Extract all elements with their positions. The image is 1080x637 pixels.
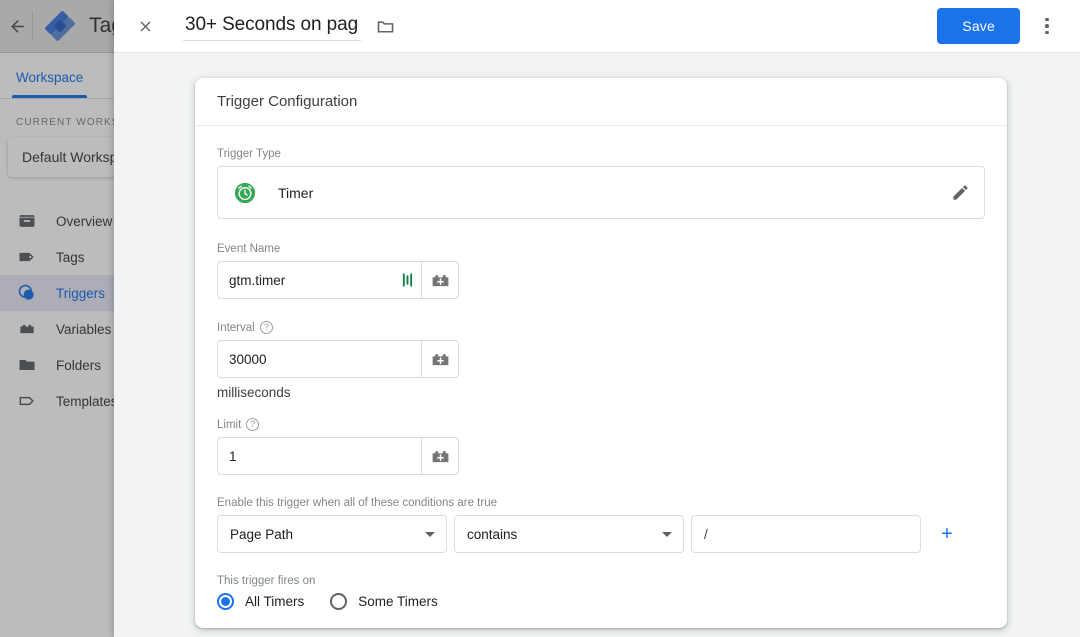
help-icon[interactable]: ? bbox=[260, 321, 273, 334]
condition-variable-value: Page Path bbox=[230, 527, 293, 542]
trigger-editor-overlay: Save Trigger Configuration Trigger Type bbox=[114, 0, 1080, 637]
trigger-type-name: Timer bbox=[278, 185, 313, 201]
interval-input[interactable] bbox=[218, 341, 421, 377]
event-name-label: Event Name bbox=[217, 243, 985, 255]
add-variable-icon[interactable] bbox=[421, 261, 459, 299]
fires-on-radio-group: All Timers Some Timers bbox=[217, 593, 985, 610]
condition-operator-select[interactable]: contains bbox=[454, 515, 684, 553]
event-name-input[interactable] bbox=[218, 262, 421, 298]
interval-label: Interval ? bbox=[217, 321, 985, 334]
interval-unit: milliseconds bbox=[217, 385, 985, 400]
fires-on-label-text: This trigger fires on bbox=[217, 575, 315, 587]
condition-operator-value: contains bbox=[467, 527, 517, 542]
condition-value-input[interactable] bbox=[691, 515, 921, 553]
overlay-scrim-top bbox=[0, 0, 114, 53]
save-button[interactable]: Save bbox=[937, 8, 1020, 44]
card-title: Trigger Configuration bbox=[195, 78, 1007, 126]
kebab-dot bbox=[1045, 18, 1049, 22]
event-name-row bbox=[217, 261, 985, 299]
event-name-label-text: Event Name bbox=[217, 243, 280, 255]
limit-input[interactable] bbox=[218, 438, 421, 474]
pencil-icon[interactable] bbox=[951, 183, 970, 202]
condition-row: Page Path contains + bbox=[217, 515, 985, 553]
chevron-down-icon bbox=[662, 532, 672, 537]
radio-label: All Timers bbox=[245, 594, 304, 609]
interval-input-wrap bbox=[217, 340, 421, 378]
trigger-configuration-card: Trigger Configuration Trigger Type bbox=[195, 78, 1007, 628]
kebab-dot bbox=[1045, 24, 1049, 28]
help-icon[interactable]: ? bbox=[246, 418, 259, 431]
limit-label-text: Limit bbox=[217, 419, 241, 431]
editor-top-bar: Save bbox=[114, 0, 1080, 53]
add-variable-icon[interactable] bbox=[421, 437, 459, 475]
close-icon[interactable] bbox=[130, 11, 160, 41]
event-name-input-wrap bbox=[217, 261, 421, 299]
limit-row bbox=[217, 437, 985, 475]
overlay-scrim[interactable] bbox=[0, 0, 114, 637]
text-cursor-icon bbox=[402, 273, 413, 288]
chevron-down-icon bbox=[425, 532, 435, 537]
radio-button-icon bbox=[330, 593, 347, 610]
card-body: Trigger Type Timer bbox=[195, 126, 1007, 610]
interval-row bbox=[217, 340, 985, 378]
more-vert-icon[interactable] bbox=[1032, 8, 1062, 44]
timer-icon bbox=[234, 182, 256, 204]
limit-input-wrap bbox=[217, 437, 421, 475]
add-variable-icon[interactable] bbox=[421, 340, 459, 378]
conditions-label: Enable this trigger when all of these co… bbox=[217, 497, 985, 509]
kebab-dot bbox=[1045, 31, 1049, 35]
limit-label: Limit ? bbox=[217, 418, 985, 431]
radio-all-timers[interactable]: All Timers bbox=[217, 593, 304, 610]
folder-icon[interactable] bbox=[375, 16, 396, 37]
radio-some-timers[interactable]: Some Timers bbox=[330, 593, 438, 610]
fires-on-label: This trigger fires on bbox=[217, 575, 985, 587]
trigger-type-box[interactable]: Timer bbox=[217, 166, 985, 219]
trigger-name-input[interactable] bbox=[183, 11, 361, 41]
radio-button-icon bbox=[217, 593, 234, 610]
trigger-type-label-text: Trigger Type bbox=[217, 148, 281, 160]
conditions-label-text: Enable this trigger when all of these co… bbox=[217, 497, 497, 509]
trigger-type-label: Trigger Type bbox=[217, 148, 985, 160]
radio-label: Some Timers bbox=[358, 594, 438, 609]
interval-label-text: Interval bbox=[217, 322, 255, 334]
condition-variable-select[interactable]: Page Path bbox=[217, 515, 447, 553]
add-condition-icon[interactable]: + bbox=[932, 515, 962, 553]
